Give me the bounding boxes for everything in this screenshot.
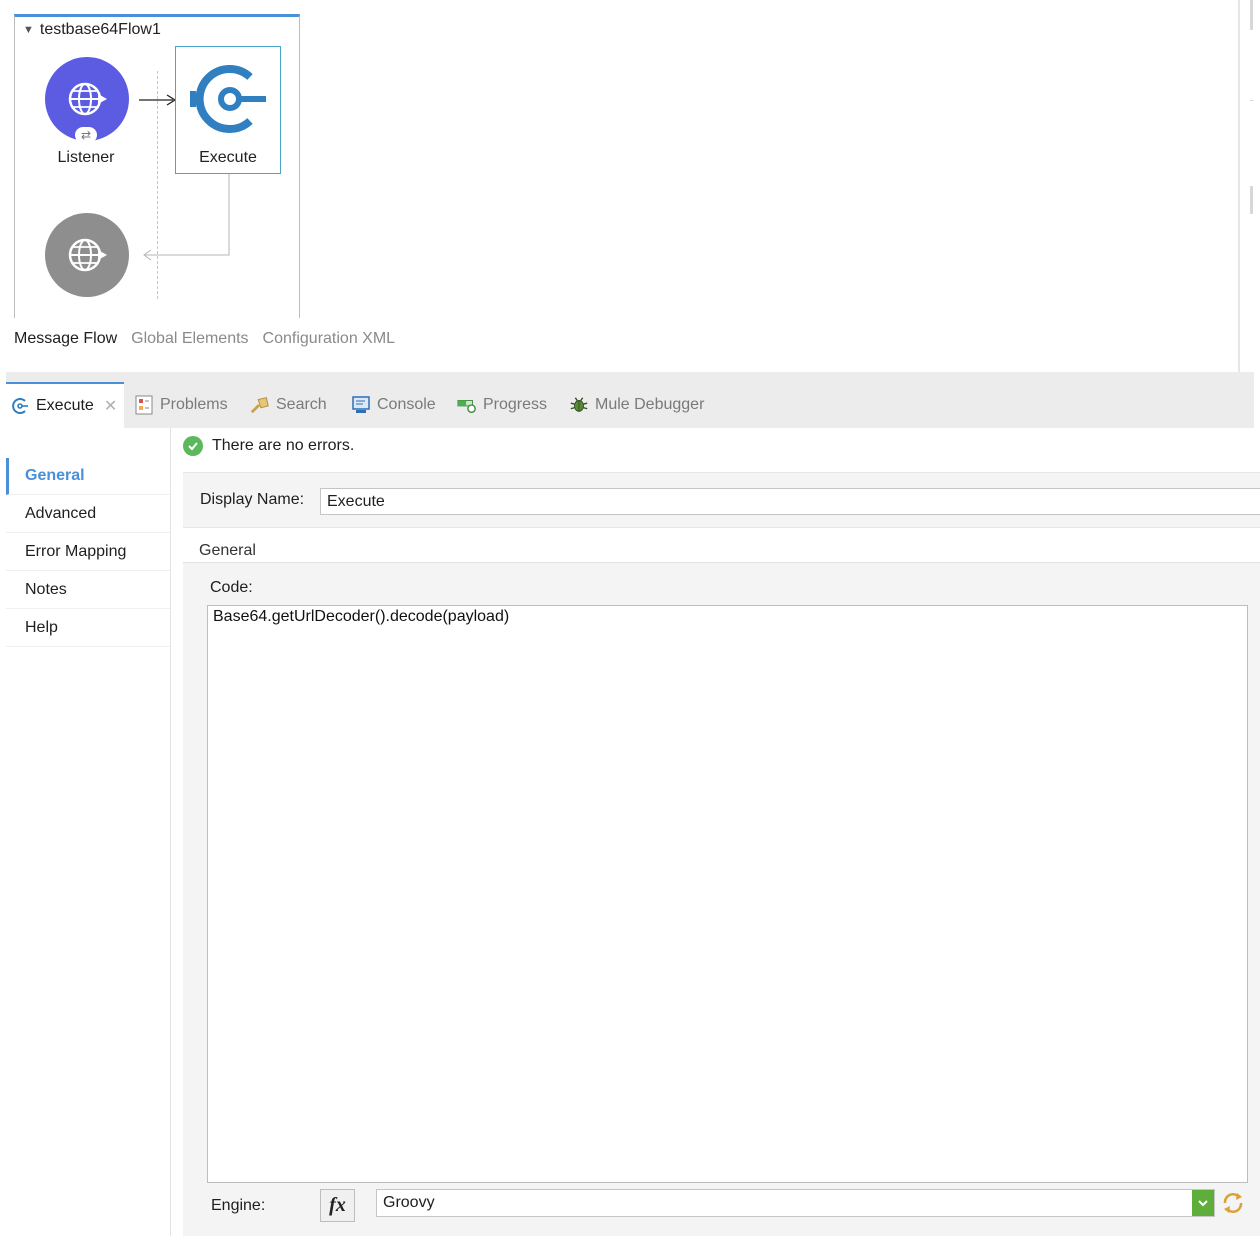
progress-icon xyxy=(457,395,477,415)
close-icon[interactable]: ✕ xyxy=(104,396,117,416)
general-section-header: General xyxy=(199,542,256,559)
debugger-icon xyxy=(569,395,589,415)
chevron-down-icon[interactable] xyxy=(1192,1190,1214,1216)
problems-icon xyxy=(134,395,154,415)
execute-node[interactable]: Execute xyxy=(175,46,281,174)
response-node[interactable] xyxy=(45,213,129,297)
engine-label: Engine: xyxy=(211,1197,266,1214)
tab-mule-debugger[interactable]: Mule Debugger xyxy=(569,382,704,428)
collapse-triangle-icon[interactable]: ▼ xyxy=(23,24,34,36)
code-label: Code: xyxy=(210,579,253,596)
side-nav-error-mapping[interactable]: Error Mapping xyxy=(6,534,170,571)
flow-container[interactable]: ▼ testbase64Flow1 ⇄ Listener Execute xyxy=(14,14,300,318)
general-section: Code: Base64.getUrlDecoder().decode(payl… xyxy=(183,562,1260,1236)
execute-icon xyxy=(10,396,30,416)
refresh-icon[interactable] xyxy=(1221,1191,1245,1215)
globe-icon xyxy=(68,238,107,272)
tab-search-label: Search xyxy=(276,396,327,413)
side-nav-general[interactable]: General xyxy=(6,458,170,495)
execute-icon xyxy=(190,65,266,133)
flow-title[interactable]: ▼ testbase64Flow1 xyxy=(23,21,161,39)
vertical-scrollbar[interactable] xyxy=(1250,0,1260,372)
console-icon xyxy=(351,395,371,415)
tab-mule-debugger-label: Mule Debugger xyxy=(595,396,705,413)
code-editor[interactable]: Base64.getUrlDecoder().decode(payload) xyxy=(207,605,1248,1183)
search-icon xyxy=(250,395,270,415)
tab-console[interactable]: Console xyxy=(351,382,436,428)
engine-select-value: Groovy xyxy=(383,1194,435,1211)
tab-progress[interactable]: Progress xyxy=(457,382,547,428)
side-nav-help[interactable]: Help xyxy=(6,610,170,647)
engine-select[interactable]: Groovy xyxy=(376,1189,1215,1217)
tab-progress-label: Progress xyxy=(483,396,548,413)
flow-name: testbase64Flow1 xyxy=(39,21,161,38)
tab-problems-label: Problems xyxy=(160,396,228,413)
tab-execute-label: Execute xyxy=(36,397,94,414)
tab-global-elements[interactable]: Global Elements xyxy=(131,330,248,348)
properties-side-nav: General Advanced Error Mapping Notes Hel… xyxy=(6,428,171,1236)
properties-content: There are no errors. Display Name: Gener… xyxy=(171,428,1260,1236)
display-name-field[interactable] xyxy=(320,488,1260,515)
tab-search[interactable]: Search xyxy=(250,382,327,428)
globe-icon xyxy=(68,82,107,116)
side-nav-advanced[interactable]: Advanced xyxy=(6,496,170,533)
tab-problems[interactable]: Problems xyxy=(134,382,228,428)
lane-divider xyxy=(157,71,158,299)
execute-label: Execute xyxy=(199,149,257,166)
flow-canvas[interactable]: ▼ testbase64Flow1 ⇄ Listener Execute Mes… xyxy=(0,0,1253,372)
validation-status: There are no errors. xyxy=(183,436,354,456)
tab-message-flow[interactable]: Message Flow xyxy=(14,330,117,348)
display-name-row: Display Name: xyxy=(183,472,1260,528)
view-tabbar: Execute ✕ Problems Search Console Progre… xyxy=(6,372,1254,428)
display-name-label: Display Name: xyxy=(200,491,305,508)
side-nav-notes[interactable]: Notes xyxy=(6,572,170,609)
properties-view: Execute ✕ Problems Search Console Progre… xyxy=(6,372,1260,1236)
tab-console-label: Console xyxy=(377,396,436,413)
status-message: There are no errors. xyxy=(212,437,355,454)
check-icon xyxy=(183,436,203,456)
listener-label: Listener xyxy=(57,149,115,166)
transport-badge-icon: ⇄ xyxy=(75,127,97,143)
editor-tabs: Message Flow Global Elements Configurati… xyxy=(14,330,395,348)
tab-execute[interactable]: Execute ✕ xyxy=(6,382,124,428)
tab-configuration-xml[interactable]: Configuration XML xyxy=(263,330,396,348)
canvas-border xyxy=(1238,0,1240,372)
expression-fx-button[interactable]: fx xyxy=(320,1189,355,1222)
